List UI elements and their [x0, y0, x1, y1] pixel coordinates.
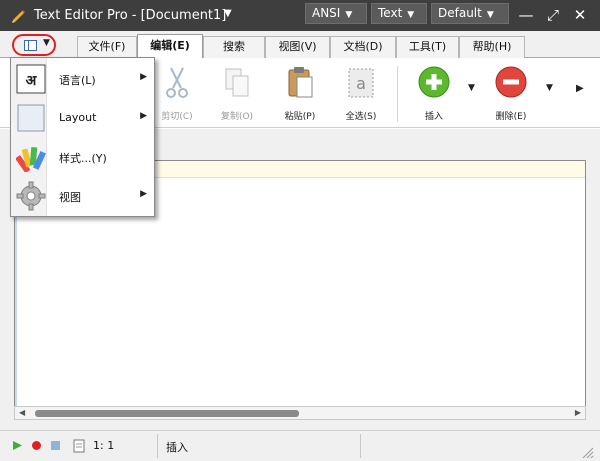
- play-macro-icon[interactable]: [12, 440, 23, 451]
- status-divider: [157, 434, 158, 458]
- menu-item-label: 语言(L): [59, 74, 96, 87]
- delete-label: 删除(E): [495, 112, 527, 122]
- minimize-button[interactable]: —: [515, 4, 537, 26]
- syntax-label: Text: [378, 6, 403, 20]
- tab-help[interactable]: 帮助(H): [459, 36, 525, 58]
- app-dropdown-menu: अ 语言(L) ▶ Layout ▶ 样式...(Y) 视图 ▶: [10, 57, 155, 217]
- close-button[interactable]: ✕: [569, 4, 591, 26]
- insert-dropdown-icon[interactable]: ▼: [468, 83, 475, 93]
- cut-label: 剪切(C): [161, 112, 193, 122]
- menu-item-style[interactable]: 样式...(Y): [11, 138, 154, 177]
- copy-label: 复制(O): [220, 112, 254, 122]
- chevron-down-icon: ▼: [43, 38, 50, 48]
- syntax-dropdown[interactable]: Text ▼: [371, 3, 427, 24]
- chevron-down-icon: ▼: [345, 10, 353, 20]
- menu-item-view[interactable]: 视图 ▶: [11, 177, 154, 216]
- scroll-right-icon[interactable]: ▶: [575, 408, 581, 417]
- cursor-position: 1: 1: [93, 439, 115, 452]
- document-position-icon: [73, 439, 85, 453]
- menu-item-label: Layout: [59, 111, 97, 124]
- submenu-arrow-icon: ▶: [140, 111, 147, 121]
- pencil-icon: [12, 10, 25, 23]
- plus-circle-icon: [418, 66, 450, 98]
- menu-item-label: 视图: [59, 191, 81, 204]
- select-all-icon: a: [348, 68, 374, 98]
- maximize-button[interactable]: ⤢: [542, 4, 564, 26]
- close-icon: ✕: [573, 6, 587, 24]
- scrollbar-thumb[interactable]: [35, 410, 299, 417]
- encoding-label: ANSI: [312, 6, 341, 20]
- menu-item-label: 样式...(Y): [59, 152, 107, 165]
- paste-label: 粘贴(P): [284, 112, 316, 122]
- language-icon: अ: [16, 64, 46, 94]
- insert-label: 插入: [424, 112, 443, 122]
- ribbon-scroll-right-icon[interactable]: ▶: [576, 83, 584, 94]
- select-all-label: 全选(S): [345, 112, 377, 122]
- tab-search[interactable]: 搜索: [203, 36, 265, 58]
- scroll-left-icon[interactable]: ◀: [19, 408, 25, 417]
- chevron-down-icon: ▼: [486, 10, 494, 20]
- menu-item-language[interactable]: अ 语言(L) ▶: [11, 60, 154, 99]
- submenu-arrow-icon: ▶: [140, 72, 147, 82]
- stop-macro-icon[interactable]: [50, 440, 61, 451]
- svg-text:a: a: [356, 74, 366, 93]
- ribbon-separator: [397, 66, 398, 122]
- theme-dropdown[interactable]: Default ▼: [431, 3, 509, 24]
- record-macro-icon[interactable]: [31, 440, 42, 451]
- tab-document[interactable]: 文档(D): [330, 36, 396, 58]
- maximize-icon: ⤢: [546, 6, 559, 24]
- gear-icon: [16, 181, 46, 211]
- tab-tools[interactable]: 工具(T): [396, 36, 459, 58]
- submenu-arrow-icon: ▶: [140, 189, 147, 199]
- minus-circle-icon: [495, 66, 527, 98]
- chevron-down-icon: ▼: [407, 10, 415, 20]
- scissors-icon: [166, 67, 188, 98]
- horizontal-scrollbar[interactable]: ◀ ▶: [14, 406, 586, 420]
- app-menu-button[interactable]: ▼: [12, 34, 56, 56]
- tab-edit[interactable]: 编辑(E): [137, 34, 203, 59]
- theme-label: Default: [438, 6, 482, 20]
- status-divider: [360, 434, 361, 458]
- layout-icon: [17, 104, 45, 132]
- palette-icon: [16, 146, 46, 172]
- title-dropdown-caret[interactable]: ▼: [224, 8, 232, 19]
- minimize-icon: —: [518, 6, 534, 24]
- copy-icon: [225, 68, 249, 97]
- resize-grip-icon[interactable]: [580, 445, 594, 459]
- ribbon-tab-bar: ▼ 文件(F) 编辑(E) 搜索 视图(V) 文档(D) 工具(T) 帮助(H): [0, 31, 600, 59]
- menu-item-layout[interactable]: Layout ▶: [11, 99, 154, 138]
- encoding-dropdown[interactable]: ANSI ▼: [305, 3, 367, 24]
- status-bar: 1: 1 插入: [0, 430, 600, 461]
- svg-text:अ: अ: [26, 73, 38, 89]
- panel-icon: [24, 40, 37, 51]
- window-title: Text Editor Pro - [Document1]: [34, 8, 227, 23]
- tab-view[interactable]: 视图(V): [265, 36, 330, 58]
- tab-file[interactable]: 文件(F): [77, 36, 137, 58]
- title-bar: Text Editor Pro - [Document1] ▼ ANSI ▼ Te…: [0, 0, 600, 31]
- clipboard-icon: [288, 67, 313, 98]
- delete-dropdown-icon[interactable]: ▼: [546, 83, 553, 93]
- insert-mode-status: 插入: [166, 441, 188, 454]
